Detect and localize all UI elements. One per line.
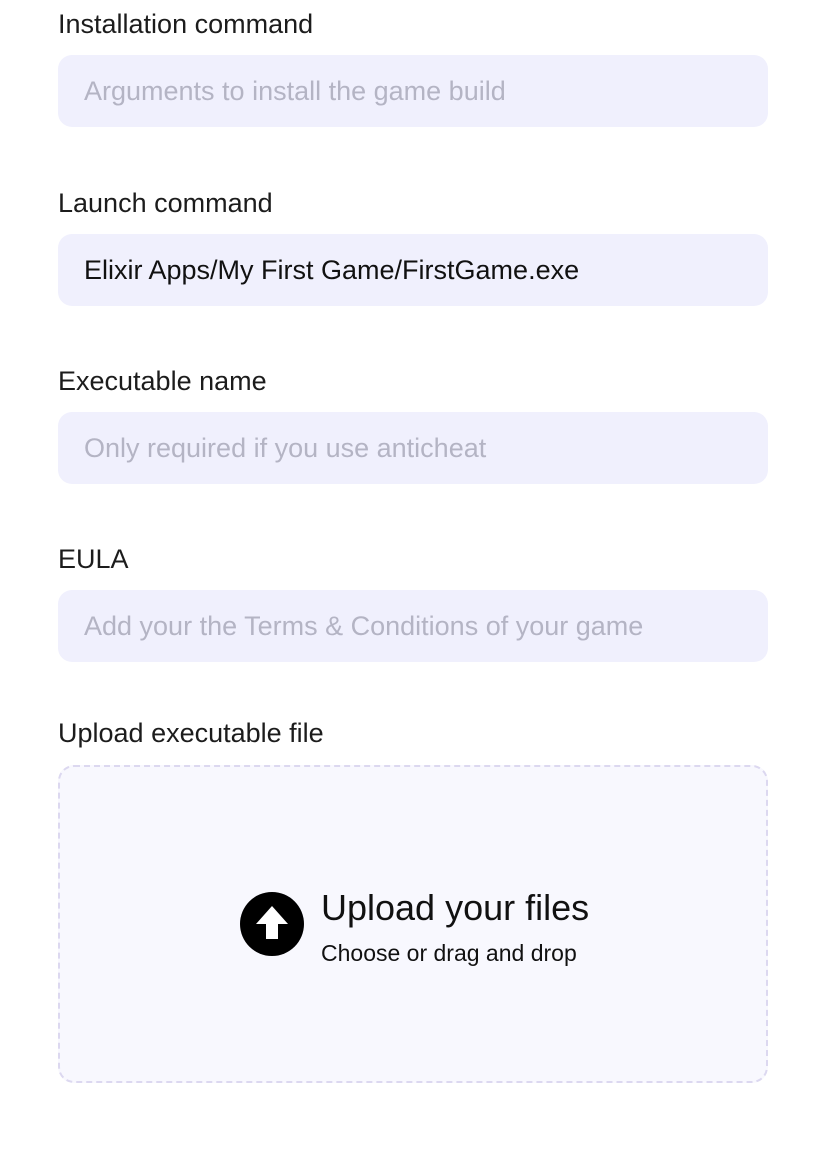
upload-executable-label: Upload executable file [58,718,324,748]
executable-name-label: Executable name [58,366,267,396]
launch-command-label: Launch command [58,188,273,218]
executable-name-field: Executable name [58,365,768,484]
installation-command-field: Installation command [58,8,768,127]
eula-input[interactable] [58,590,768,662]
file-dropzone[interactable]: Upload your files Choose or drag and dro… [58,765,768,1083]
eula-label: EULA [58,544,129,574]
arrow-up-circle-icon [240,892,304,956]
upload-title: Upload your files [321,887,590,928]
upload-executable-field: Upload executable file [58,717,768,749]
launch-command-input[interactable] [58,234,768,306]
eula-field: EULA [58,543,768,662]
upload-subtitle: Choose or drag and drop [321,940,577,966]
installation-command-label: Installation command [58,9,314,39]
executable-name-input[interactable] [58,412,768,484]
launch-command-field: Launch command [58,187,768,306]
installation-command-input[interactable] [58,55,768,127]
